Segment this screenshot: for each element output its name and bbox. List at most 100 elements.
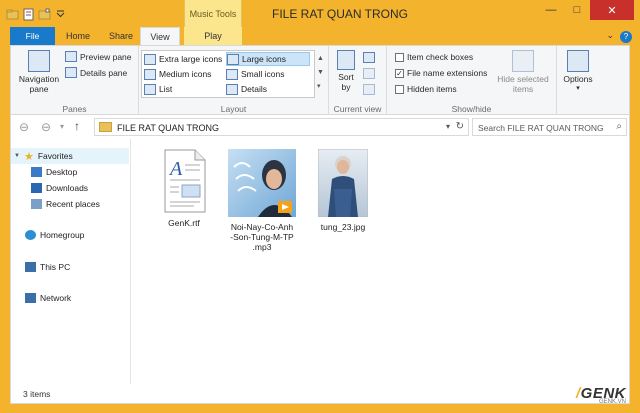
tab-file[interactable]: File [10,27,55,46]
back-button[interactable]: ⊖ [19,120,29,134]
item-check-boxes-toggle[interactable]: Item check boxes [395,52,473,62]
nav-downloads-label: Downloads [46,183,89,193]
small-icons-icon [226,68,238,80]
help-icon[interactable]: ? [620,31,632,43]
file-item[interactable]: A GenK.rtf [145,149,223,228]
layout-group: Extra large icons Large icons Medium ico… [139,46,329,116]
details-icon [226,83,238,95]
hidden-items-checkbox[interactable] [395,84,404,94]
minimize-ribbon-chevron-icon[interactable]: ⌄ [606,30,614,41]
address-bar[interactable]: FILE RAT QUAN TRONG ▾ ↻ [94,118,469,136]
navigation-pane-button[interactable]: Navigation pane [14,50,64,94]
medium-icons-icon [144,68,156,80]
close-button[interactable]: ✕ [590,0,634,20]
options-group: Options ▾ [557,46,597,116]
rtf-document-icon: A [159,149,209,213]
nav-this-pc-label: This PC [40,262,71,272]
title-bar: Music Tools FILE RAT QUAN TRONG — □ ✕ [0,0,640,27]
layout-extra-large-label: Extra large icons [159,54,223,64]
network-icon [25,293,36,303]
tab-share[interactable]: Share [102,27,140,46]
search-icon[interactable]: ⌕ [616,121,622,132]
refresh-icon[interactable]: ↻ [456,121,464,132]
nav-item-desktop[interactable]: Desktop [31,167,77,177]
hidden-items-toggle[interactable]: Hidden items [395,84,457,94]
items-count: 3 items [23,389,51,399]
tab-home[interactable]: Home [58,27,98,46]
mp3-album-art-thumbnail [228,149,296,217]
layout-group-label: Layout [220,104,247,114]
tab-play[interactable]: Play [184,27,242,46]
nav-desktop-label: Desktop [46,167,78,177]
star-icon: ★ [23,150,34,163]
recent-places-icon [31,199,42,209]
svg-text:A: A [168,158,183,180]
sort-by-button[interactable]: Sort by [333,50,359,92]
file-name-line: .mp3 [252,242,272,252]
layout-small-label: Small icons [241,69,285,79]
hide-selected-items-button[interactable]: Hide selected items [493,50,553,94]
options-label: Options [563,74,593,84]
layout-scroll-arrows[interactable]: ▲ ▼ ▾ [317,52,324,94]
sort-by-label: Sort by [338,72,354,92]
file-name-extensions-toggle[interactable]: ✓ File name extensions [395,68,487,78]
up-arrow-icon[interactable]: ↑ [74,119,80,133]
nav-item-this-pc[interactable]: This PC [25,262,70,272]
item-check-boxes-checkbox[interactable] [395,52,404,62]
minimize-button[interactable]: — [538,0,564,20]
layout-large-icons[interactable]: Large icons [226,52,310,66]
expand-arrow-icon[interactable]: ▼ [14,153,20,159]
panes-group: Navigation pane Preview pane Details pan… [11,46,139,116]
navigation-pane-icon [28,50,50,72]
layout-list[interactable]: List [144,82,172,96]
file-name-extensions-label: File name extensions [407,68,488,78]
options-button[interactable]: Options ▾ [559,50,597,94]
layout-small-icons[interactable]: Small icons [226,67,284,81]
explorer-window: Music Tools FILE RAT QUAN TRONG — □ ✕ Fi… [0,0,640,413]
file-name-line: Noi-Nay-Co-Anh [230,222,294,232]
nav-item-recent-places[interactable]: Recent places [31,199,100,209]
file-item[interactable]: tung_23.jpg [304,148,382,232]
address-dropdown-chevron-icon[interactable]: ▾ [446,122,450,131]
layout-details-label: Details [241,84,267,94]
layout-details[interactable]: Details [226,82,267,96]
navigation-pane-label: Navigation pane [18,74,60,94]
preview-pane-button[interactable]: Preview pane [65,51,132,62]
search-box[interactable]: Search FILE RAT QUAN TRONG ⌕ [472,118,627,136]
current-view-group: Sort by Current view [329,46,387,116]
maximize-button[interactable]: □ [564,0,590,20]
recent-locations-chevron-icon[interactable]: ▾ [60,122,64,131]
computer-icon [25,262,36,272]
tab-view[interactable]: View [140,27,180,46]
nav-network-label: Network [40,293,72,303]
navigation-pane: ▼ ★ Favorites Desktop Downloads Recent p… [11,139,131,384]
nav-item-homegroup[interactable]: Homegroup [25,230,84,240]
list-icon [144,83,156,95]
details-pane-icon [65,67,77,78]
size-columns-icon[interactable] [363,84,375,95]
nav-recent-places-label: Recent places [46,199,100,209]
show-hide-group-label: Show/hide [451,104,492,114]
jpg-photo-thumbnail [317,148,369,218]
layout-medium-icons[interactable]: Medium icons [144,67,211,81]
file-name: GenK.rtf [168,218,200,228]
add-columns-icon[interactable] [363,68,375,79]
item-check-boxes-label: Item check boxes [407,52,474,62]
forward-button[interactable]: ⊖ [41,120,51,134]
file-item[interactable]: Noi-Nay-Co-Anh -Son-Tung-M-TP .mp3 [223,149,301,252]
layout-medium-label: Medium icons [159,69,212,79]
details-pane-button[interactable]: Details pane [65,67,127,78]
layout-extra-large-icons[interactable]: Extra large icons [144,52,222,66]
file-name: Noi-Nay-Co-Anh -Son-Tung-M-TP .mp3 [223,222,301,252]
file-name-extensions-checkbox[interactable]: ✓ [395,68,404,78]
nav-item-downloads[interactable]: Downloads [31,183,88,193]
preview-pane-label: Preview pane [80,51,132,62]
search-input[interactable]: Search FILE RAT QUAN TRONG [478,123,604,133]
group-by-icon[interactable] [363,52,375,63]
large-icons-icon [227,53,239,65]
address-path[interactable]: FILE RAT QUAN TRONG [117,123,219,133]
nav-item-favorites[interactable]: ▼ ★ Favorites [11,148,129,164]
hide-selected-items-label: Hide selected items [497,74,549,94]
nav-item-network[interactable]: Network [25,293,71,303]
desktop-icon [31,167,42,177]
